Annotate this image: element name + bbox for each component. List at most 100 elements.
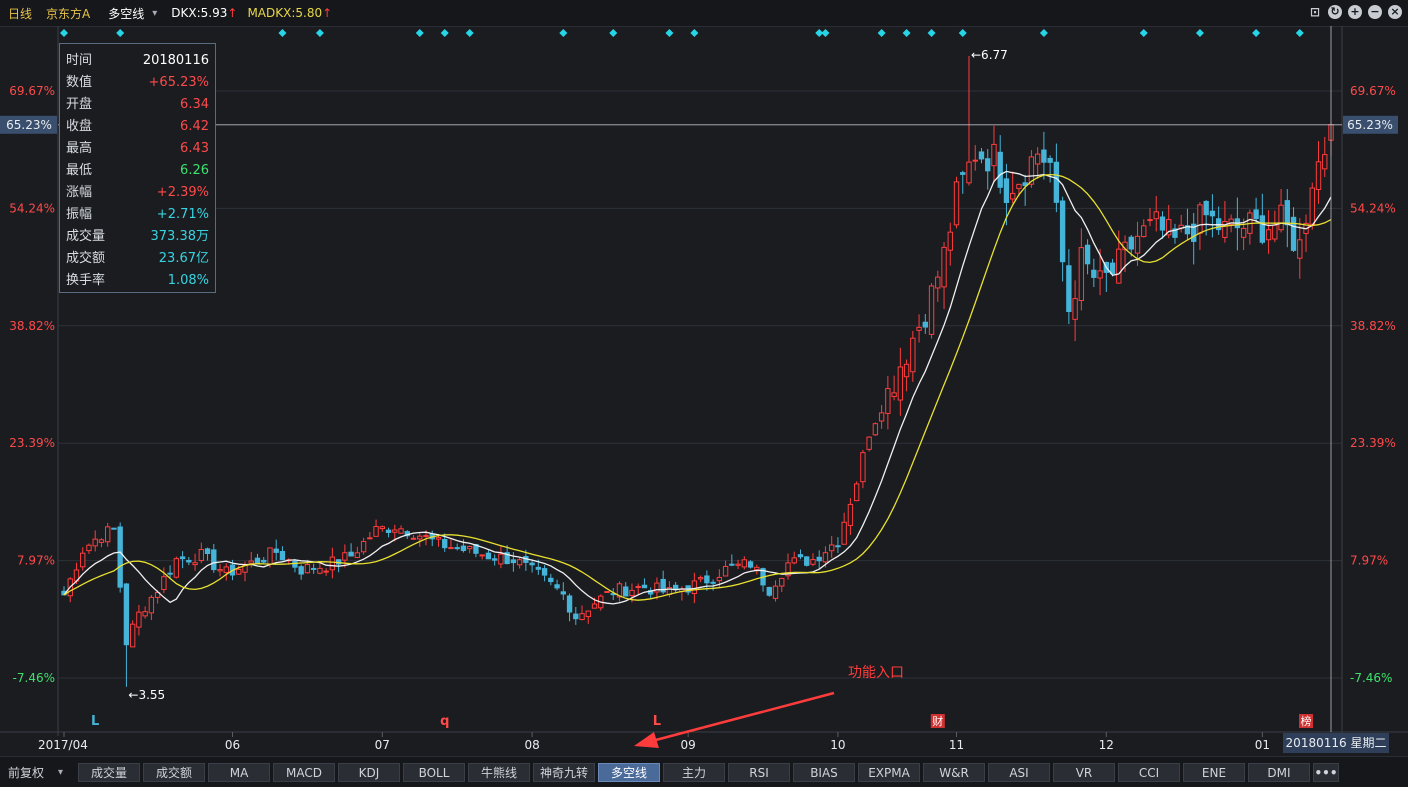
y-axis-label-left: 23.39% (9, 436, 55, 450)
stock-name[interactable]: 京东方A (46, 5, 90, 22)
signal-diamond (1039, 29, 1048, 37)
y-axis-label-right: 38.82% (1350, 319, 1396, 333)
tab-4[interactable]: KDJ (338, 762, 400, 782)
adjust-mode[interactable]: 前复权 (8, 764, 58, 781)
info-label: 时间 (66, 53, 93, 68)
candle-body (560, 591, 566, 595)
candle-body (261, 559, 267, 563)
candle-body (554, 584, 560, 589)
refresh-icon[interactable]: ↻ (1328, 5, 1342, 19)
crosshair-label-right: 65.23% (1347, 118, 1393, 132)
info-row: 收盘 6.42 (66, 116, 209, 138)
candle-body (279, 550, 286, 561)
candle-body (710, 581, 716, 584)
candle-body (129, 623, 136, 648)
candle-body (211, 549, 217, 571)
candle-body (853, 483, 860, 502)
candle-body (1309, 187, 1315, 225)
candle-body (448, 547, 454, 550)
madkx-line (63, 173, 1332, 601)
x-axis-label: 06 (225, 738, 240, 752)
tab-13[interactable]: W&R (923, 762, 985, 782)
indicator-dropdown-icon[interactable]: ▾ (152, 8, 157, 19)
y-axis-label-left: -7.46% (13, 671, 55, 685)
y-axis-label-right: 7.97% (1350, 554, 1388, 568)
candle-body (1315, 161, 1322, 190)
candle-body (779, 577, 785, 587)
info-value: +65.23% (148, 75, 209, 90)
lock-icon[interactable]: ⊡ (1308, 5, 1322, 19)
tab-18[interactable]: DMI (1248, 762, 1310, 782)
candle-body (179, 556, 186, 560)
tab-9[interactable]: 主力 (663, 762, 725, 782)
info-row: 最低 6.26 (66, 160, 209, 182)
candle-body (323, 570, 329, 573)
candle-body (797, 554, 804, 558)
candle-body (173, 558, 180, 578)
candle-body (123, 583, 130, 646)
candle-body (1084, 244, 1091, 265)
candle-body (935, 276, 941, 289)
candle-body (92, 538, 98, 547)
tab-5[interactable]: BOLL (403, 762, 465, 782)
info-label: 最高 (66, 141, 93, 156)
info-value: 20180116 (142, 53, 209, 68)
candle-body (1159, 216, 1166, 231)
price-extreme-marker: ←6.77 (971, 48, 1008, 62)
tab-12[interactable]: EXPMA (858, 762, 920, 782)
tab-6[interactable]: 牛熊线 (468, 762, 530, 782)
zoom-out-icon[interactable]: − (1368, 5, 1382, 19)
tab-2[interactable]: MA (208, 762, 270, 782)
close-icon[interactable]: × (1388, 5, 1402, 19)
candle-body (972, 159, 978, 162)
tab-16[interactable]: CCI (1118, 762, 1180, 782)
period-label[interactable]: 日线 (8, 5, 32, 22)
signal-diamond (877, 29, 886, 37)
tab-8[interactable]: 多空线 (598, 762, 660, 782)
candle-body (435, 537, 442, 540)
candle-body (916, 326, 922, 331)
candle-body (1147, 219, 1153, 222)
tab-10[interactable]: RSI (728, 762, 790, 782)
candle-body (442, 538, 448, 549)
y-axis-label-right: -7.46% (1350, 671, 1392, 685)
x-axis-label: 10 (830, 738, 845, 752)
candle-body (897, 366, 904, 401)
signal-diamond (60, 29, 68, 37)
candle-body (922, 321, 928, 328)
indicator-name[interactable]: 多空线 (108, 5, 144, 22)
tab-11[interactable]: BIAS (793, 762, 855, 782)
tab-1[interactable]: 成交额 (143, 762, 205, 782)
x-axis-label: 08 (524, 738, 539, 752)
candle-body (928, 285, 935, 335)
dkx-line (63, 170, 1332, 605)
candle-body (866, 436, 872, 450)
adjust-dropdown-icon[interactable]: ▾ (58, 767, 78, 778)
more-tabs-button[interactable]: ••• (1313, 762, 1339, 782)
info-label: 成交额 (66, 251, 106, 266)
candle-body (348, 551, 354, 557)
tab-15[interactable]: VR (1053, 762, 1115, 782)
candle-body (1290, 216, 1297, 251)
event-flag-text: 榜 (1301, 714, 1312, 728)
zoom-in-icon[interactable]: + (1348, 5, 1362, 19)
signal-diamond (559, 29, 568, 37)
candle-body (566, 595, 573, 613)
x-axis-label: 09 (680, 738, 695, 752)
candle-body (1253, 209, 1259, 220)
candle-body (585, 610, 591, 618)
candle-body (204, 548, 211, 555)
tab-17[interactable]: ENE (1183, 762, 1245, 782)
info-label: 数值 (66, 75, 93, 90)
candle-body (454, 547, 460, 550)
candle-body (1034, 153, 1041, 165)
data-info-panel: 时间 20180116 数值 +65.23% 开盘 6.34 收盘 6.42 最高 6.43 最低 6… (59, 43, 216, 293)
up-arrow-icon: ↑ (227, 6, 238, 20)
tab-0[interactable]: 成交量 (78, 762, 140, 782)
tab-14[interactable]: ASI (988, 762, 1050, 782)
candle-body (304, 564, 311, 574)
tab-7[interactable]: 神奇九转 (533, 762, 595, 782)
annotation-arrow-head (634, 732, 659, 748)
dkx-text: DKX:5.93 (171, 6, 228, 20)
tab-3[interactable]: MACD (273, 762, 335, 782)
